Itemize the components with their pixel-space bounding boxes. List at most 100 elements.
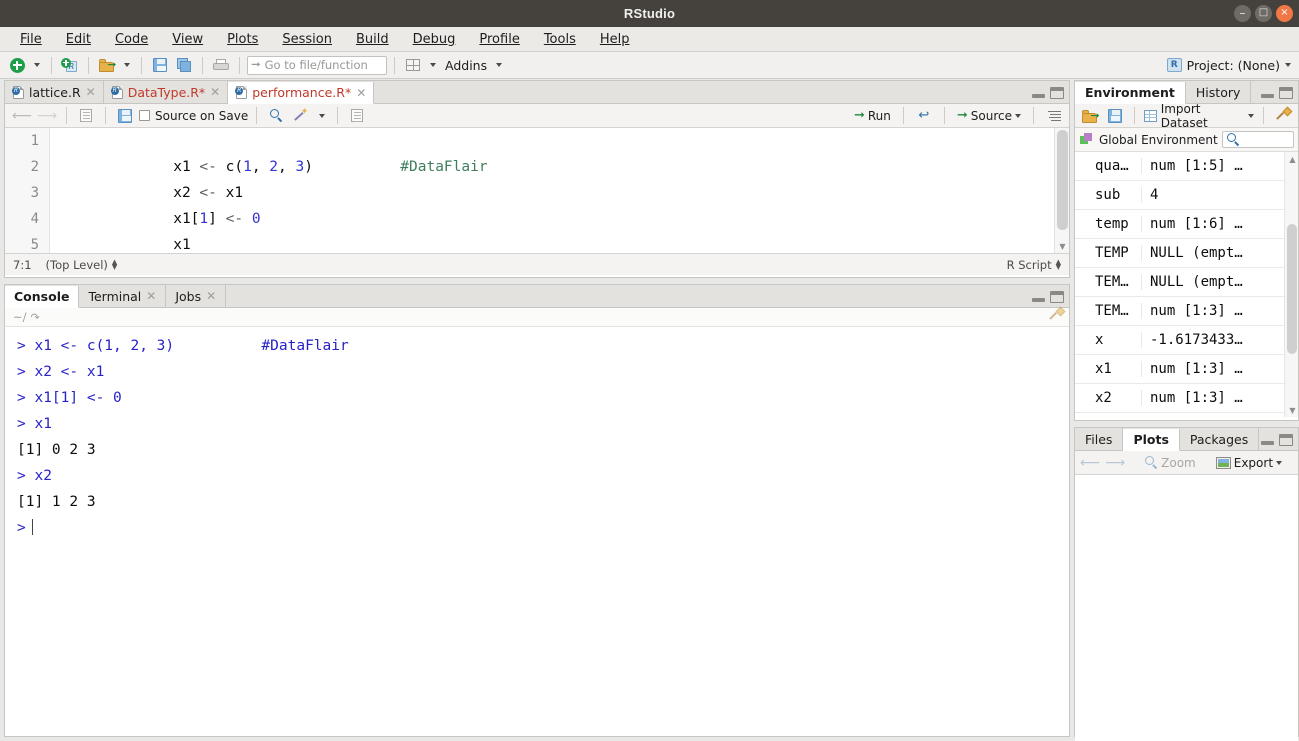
next-plot-icon[interactable]: ⟶ xyxy=(1105,456,1125,470)
table-row[interactable]: TEM… NULL (empt… xyxy=(1075,268,1298,297)
source-tab-performance[interactable]: R performance.R* ✕ xyxy=(228,82,375,104)
back-arrow-icon[interactable]: ⟵ xyxy=(11,105,33,126)
tab-packages[interactable]: Packages xyxy=(1179,428,1260,450)
new-project-icon[interactable]: R xyxy=(59,55,81,76)
doc-type-selector[interactable]: R Script ▲ ▼ xyxy=(1007,258,1061,272)
pane-layout-dropdown[interactable] xyxy=(426,55,440,76)
menu-edit[interactable]: Edit xyxy=(54,29,103,50)
environment-scrollbar[interactable]: ▲ ▼ xyxy=(1284,152,1298,417)
tab-files[interactable]: Files xyxy=(1075,428,1124,450)
zoom-plot-button[interactable]: Zoom xyxy=(1145,456,1196,470)
minimize-pane-icon[interactable] xyxy=(1261,88,1274,99)
menu-build[interactable]: Build xyxy=(344,29,401,50)
print-icon[interactable] xyxy=(210,55,232,76)
global-environment-label[interactable]: Global Environment xyxy=(1099,133,1218,147)
import-dataset-button[interactable]: Import Dataset xyxy=(1143,102,1254,130)
project-selector[interactable]: R Project: (None) xyxy=(1166,58,1291,73)
open-recent-dropdown[interactable] xyxy=(120,55,134,76)
close-icon[interactable]: × xyxy=(1276,5,1293,22)
table-row[interactable]: TEMP NULL (empt… xyxy=(1075,239,1298,268)
table-row[interactable]: x2 num [1:3] … xyxy=(1075,384,1298,413)
clear-console-icon[interactable] xyxy=(1049,306,1066,326)
open-folder-icon[interactable]: ➞ xyxy=(96,55,118,76)
maximize-icon[interactable]: □ xyxy=(1255,5,1272,22)
table-row[interactable]: x -1.6173433… xyxy=(1075,326,1298,355)
close-icon[interactable]: ✕ xyxy=(356,87,366,99)
close-icon[interactable]: ✕ xyxy=(210,86,220,98)
show-document-outline-icon[interactable] xyxy=(1043,105,1065,126)
new-file-dropdown[interactable] xyxy=(30,55,44,76)
scroll-up-icon[interactable]: ▲ xyxy=(1285,152,1298,166)
load-workspace-icon[interactable]: ➞ xyxy=(1080,105,1100,126)
menu-help[interactable]: Help xyxy=(588,29,642,50)
source-button[interactable]: ➞ Source xyxy=(954,108,1024,124)
save-icon[interactable] xyxy=(114,105,136,126)
console-output[interactable]: > x1 <- c(1, 2, 3) #DataFlair > x2 <- x1… xyxy=(5,327,1069,735)
table-row[interactable]: sub 4 xyxy=(1075,181,1298,210)
menu-plots[interactable]: Plots xyxy=(215,29,270,50)
export-plot-button[interactable]: Export xyxy=(1215,456,1283,470)
scope-selector[interactable]: (Top Level) ▲ ▼ xyxy=(46,258,118,272)
working-directory-label[interactable]: ~/ xyxy=(13,310,27,324)
minimize-pane-icon[interactable] xyxy=(1261,435,1274,446)
menu-debug[interactable]: Debug xyxy=(401,29,468,50)
previous-plot-icon[interactable]: ⟵ xyxy=(1080,456,1100,470)
source-tab-lattice[interactable]: R lattice.R ✕ xyxy=(5,81,104,103)
minimize-pane-icon[interactable] xyxy=(1032,88,1045,99)
save-workspace-icon[interactable] xyxy=(1104,105,1124,126)
show-in-new-window-icon[interactable] xyxy=(75,105,97,126)
new-file-icon[interactable] xyxy=(6,55,28,76)
clear-environment-icon[interactable] xyxy=(1273,105,1293,126)
menu-tools[interactable]: Tools xyxy=(532,29,588,50)
maximize-pane-icon[interactable] xyxy=(1050,87,1064,99)
save-icon[interactable] xyxy=(149,55,171,76)
forward-arrow-icon[interactable]: ⟶ xyxy=(36,105,58,126)
close-icon[interactable]: ✕ xyxy=(146,290,156,302)
close-icon[interactable]: ✕ xyxy=(206,290,216,302)
scrollbar-thumb[interactable] xyxy=(1287,224,1297,354)
code-tools-icon[interactable]: ✦ xyxy=(290,105,312,126)
addins-button[interactable]: Addins xyxy=(442,58,490,73)
document-outline-icon[interactable] xyxy=(346,105,368,126)
table-row[interactable]: qua… num [1:5] … xyxy=(1075,152,1298,181)
menu-view[interactable]: View xyxy=(160,29,215,50)
code-tools-dropdown[interactable] xyxy=(315,105,329,126)
minimize-icon[interactable]: – xyxy=(1234,5,1251,22)
table-row[interactable]: temp num [1:6] … xyxy=(1075,210,1298,239)
addins-dropdown[interactable] xyxy=(492,55,506,76)
rerun-icon[interactable]: ↩ xyxy=(913,105,935,126)
environment-search-input[interactable] xyxy=(1222,131,1294,148)
open-directory-icon[interactable]: ↷ xyxy=(31,311,40,324)
scroll-down-icon[interactable]: ▼ xyxy=(1055,239,1069,253)
minimize-pane-icon[interactable] xyxy=(1032,292,1045,303)
goto-file-function-input[interactable]: ➞ Go to file/function xyxy=(247,55,387,75)
scrollbar-thumb[interactable] xyxy=(1057,130,1068,230)
editor-scrollbar[interactable]: ▲ ▼ xyxy=(1054,128,1069,253)
tab-console[interactable]: Console xyxy=(5,286,80,308)
find-replace-icon[interactable] xyxy=(265,105,287,126)
code-editor[interactable]: 1 2 3 4 5 x1 <- c(1, 2, 3) #DataFlair x2… xyxy=(5,128,1069,253)
source-on-save-checkbox[interactable]: Source on Save xyxy=(139,109,248,123)
tab-history[interactable]: History xyxy=(1185,81,1252,103)
table-row[interactable]: TEM… num [1:3] … xyxy=(1075,297,1298,326)
menu-session[interactable]: Session xyxy=(270,29,344,50)
tab-jobs[interactable]: Jobs ✕ xyxy=(166,285,227,307)
maximize-pane-icon[interactable] xyxy=(1279,434,1293,446)
scroll-down-icon[interactable]: ▼ xyxy=(1285,403,1298,417)
table-row[interactable]: x1 num [1:3] … xyxy=(1075,355,1298,384)
menu-code[interactable]: Code xyxy=(103,29,160,50)
run-button[interactable]: ➞ Run xyxy=(851,108,894,124)
menu-profile[interactable]: Profile xyxy=(467,29,531,50)
maximize-pane-icon[interactable] xyxy=(1050,291,1064,303)
environment-pane-window-buttons xyxy=(1261,87,1293,99)
source-tab-datatype[interactable]: R DataType.R* ✕ xyxy=(103,81,229,103)
maximize-pane-icon[interactable] xyxy=(1279,87,1293,99)
console-prompt-line[interactable]: > xyxy=(17,515,1069,541)
doc-type-label: R Script xyxy=(1006,257,1052,272)
save-all-icon[interactable] xyxy=(173,55,195,76)
tab-terminal[interactable]: Terminal ✕ xyxy=(79,285,167,307)
menu-file[interactable]: File xyxy=(8,29,54,50)
close-icon[interactable]: ✕ xyxy=(86,86,96,98)
tab-plots[interactable]: Plots xyxy=(1123,429,1180,451)
pane-layout-icon[interactable] xyxy=(402,55,424,76)
